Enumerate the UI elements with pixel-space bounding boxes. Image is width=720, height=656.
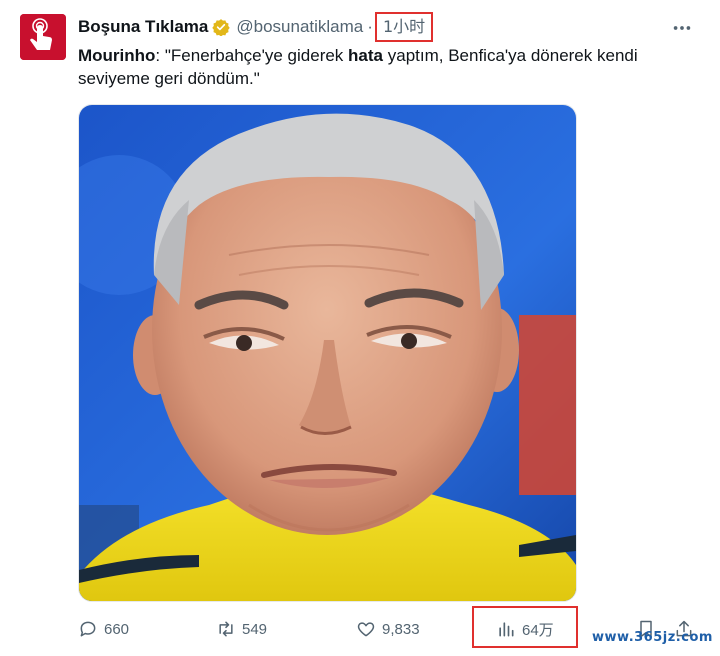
reply-button[interactable]: 660 (78, 615, 129, 643)
tweet-text-part-a: : "Fenerbahçe'ye giderek (155, 46, 349, 65)
photo-of-man-icon (79, 105, 576, 601)
verified-badge-icon (212, 18, 231, 36)
site-watermark: www.365jz.com (592, 630, 713, 645)
views-icon (499, 622, 514, 637)
reply-count: 660 (104, 620, 130, 638)
like-count: 9,833 (382, 620, 420, 638)
repost-icon (219, 621, 233, 637)
avatar[interactable] (20, 14, 66, 60)
separator-dot: · (367, 17, 373, 36)
tweet-text: Mourinho: "Fenerbahçe'ye giderek hata ya… (78, 44, 678, 90)
like-icon (357, 622, 375, 637)
author-handle[interactable]: @bosunatiklama (236, 17, 363, 37)
repost-count: 549 (242, 620, 268, 638)
timestamp[interactable]: 1小时 (374, 12, 434, 42)
views-button[interactable]: 64万 (496, 615, 554, 643)
author-name[interactable]: Boşuna Tıklama (78, 17, 208, 37)
like-button[interactable]: 9,833 (356, 615, 420, 643)
more-icon[interactable] (664, 14, 700, 42)
tap-hand-logo-icon (20, 14, 66, 60)
reply-icon (80, 621, 96, 637)
tweet-photo[interactable] (78, 104, 577, 602)
views-count: 64万 (522, 621, 554, 639)
tweet-bold-word: hata (348, 46, 384, 65)
tweet-bold-lead: Mourinho (78, 46, 156, 65)
tweet-card[interactable]: Boşuna Tıklama @bosunatiklama · 1小时 Mour… (0, 0, 720, 656)
tweet-header: Boşuna Tıklama @bosunatiklama · 1小时 (78, 12, 434, 42)
repost-button[interactable]: 549 (216, 615, 267, 643)
